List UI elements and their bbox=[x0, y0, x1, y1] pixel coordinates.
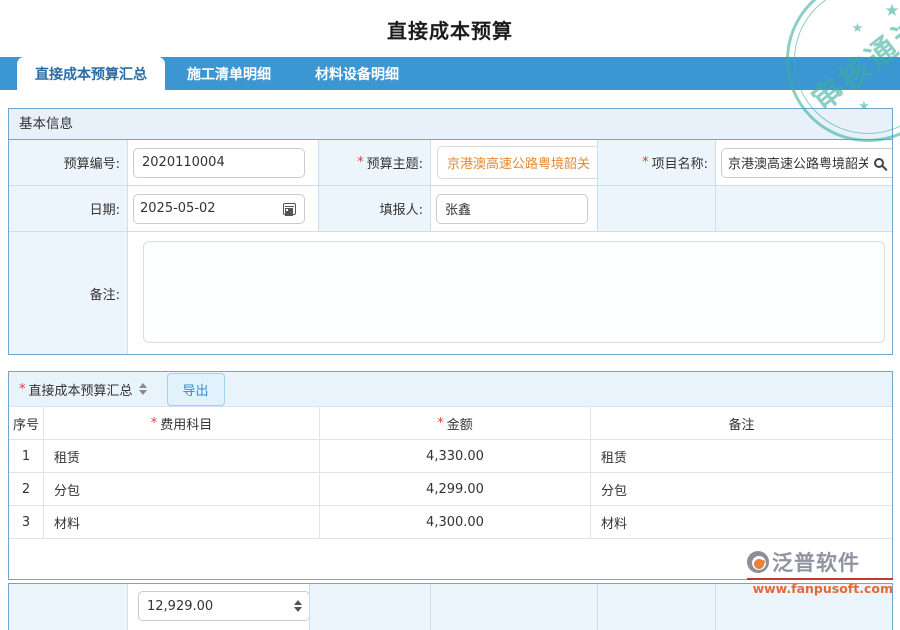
empty-cell bbox=[598, 584, 716, 630]
required-mark: * bbox=[19, 382, 26, 397]
project-name-label: * 项目名称: bbox=[598, 140, 716, 186]
budget-no-cell bbox=[128, 140, 319, 186]
table-header-row: 序号 * 费用科目 * 金额 备注 bbox=[9, 407, 892, 440]
row-seq: 2 bbox=[9, 473, 44, 506]
summary-table: 序号 * 费用科目 * 金额 备注 1 租赁 4,330.00 租赁 2 分包 … bbox=[9, 407, 892, 539]
sort-icon[interactable] bbox=[139, 383, 147, 395]
total-amount-input-wrap bbox=[138, 591, 310, 621]
tab-direct-cost-summary[interactable]: 直接成本预算汇总 bbox=[17, 57, 165, 90]
page-title: 直接成本预算 bbox=[0, 0, 900, 44]
remark-textarea[interactable] bbox=[143, 241, 885, 343]
tab-construction-list-detail[interactable]: 施工清单明细 bbox=[165, 57, 293, 90]
empty-cell bbox=[431, 584, 598, 630]
fanpu-logo-url: www.fanpusoft.com bbox=[747, 578, 893, 596]
row-subject: 分包 bbox=[44, 473, 320, 506]
row-amount: 4,300.00 bbox=[320, 506, 591, 539]
row-amount: 4,330.00 bbox=[320, 440, 591, 473]
project-name-input[interactable] bbox=[722, 149, 874, 177]
table-row[interactable]: 2 分包 4,299.00 分包 bbox=[9, 473, 892, 506]
col-header-note: 备注 bbox=[591, 407, 892, 440]
remark-label: 备注: bbox=[9, 232, 128, 354]
row-subject: 租赁 bbox=[44, 440, 320, 473]
tab-bar: 直接成本预算汇总 施工清单明细 材料设备明细 bbox=[0, 57, 900, 90]
summary-section-title: 直接成本预算汇总 bbox=[29, 380, 133, 399]
table-row[interactable]: 1 租赁 4,330.00 租赁 bbox=[9, 440, 892, 473]
required-mark: * bbox=[642, 155, 649, 170]
date-label: 日期: bbox=[9, 186, 128, 232]
reporter-label: 填报人: bbox=[319, 186, 431, 232]
required-mark: * bbox=[357, 155, 364, 170]
search-icon[interactable] bbox=[874, 158, 884, 168]
table-row[interactable]: 3 材料 4,300.00 材料 bbox=[9, 506, 892, 539]
row-note: 租赁 bbox=[591, 440, 892, 473]
col-header-seq: 序号 bbox=[9, 407, 44, 440]
basic-info-section-title: 基本信息 bbox=[9, 109, 892, 140]
budget-no-label: 预算编号: bbox=[9, 140, 128, 186]
fanpu-logo-name: 泛普软件 bbox=[772, 547, 860, 577]
row-amount: 4,299.00 bbox=[320, 473, 591, 506]
fanpu-logo-icon bbox=[747, 551, 769, 573]
total-amount-input[interactable] bbox=[139, 599, 294, 614]
tab-material-equipment-detail[interactable]: 材料设备明细 bbox=[293, 57, 421, 90]
remark-cell bbox=[128, 232, 892, 354]
date-input[interactable] bbox=[134, 195, 283, 223]
budget-subject-cell: 京港澳高速公路粤境韶关 bbox=[431, 140, 598, 186]
summary-toolbar: * 直接成本预算汇总 导出 bbox=[9, 372, 892, 407]
col-header-amount: * 金额 bbox=[320, 407, 591, 440]
empty-cell bbox=[716, 186, 892, 232]
budget-no-input[interactable] bbox=[133, 148, 305, 178]
calendar-icon[interactable] bbox=[283, 203, 296, 215]
basic-info-panel: 基本信息 预算编号: * 预算主题: 京港澳高速公路粤境韶关 * 项目名称: bbox=[8, 108, 893, 355]
totals-amount-cell bbox=[128, 584, 310, 630]
basic-info-grid: 预算编号: * 预算主题: 京港澳高速公路粤境韶关 * 项目名称: 日期: bbox=[9, 140, 892, 354]
export-button[interactable]: 导出 bbox=[167, 373, 225, 406]
totals-label-cell bbox=[9, 584, 128, 630]
date-cell bbox=[128, 186, 319, 232]
row-seq: 3 bbox=[9, 506, 44, 539]
row-seq: 1 bbox=[9, 440, 44, 473]
project-name-cell bbox=[716, 140, 892, 186]
budget-subject-value[interactable]: 京港澳高速公路粤境韶关 bbox=[437, 146, 598, 179]
row-note: 材料 bbox=[591, 506, 892, 539]
project-name-input-wrap bbox=[721, 148, 892, 178]
empty-cell bbox=[598, 186, 716, 232]
required-mark: * bbox=[151, 416, 158, 431]
budget-subject-label: * 预算主题: bbox=[319, 140, 431, 186]
row-subject: 材料 bbox=[44, 506, 320, 539]
fanpu-logo: 泛普软件 www.fanpusoft.com bbox=[747, 547, 893, 596]
date-input-wrap bbox=[133, 194, 305, 224]
col-header-subject: * 费用科目 bbox=[44, 407, 320, 440]
number-spinner-icon[interactable] bbox=[294, 600, 302, 612]
reporter-cell bbox=[431, 186, 598, 232]
empty-cell bbox=[310, 584, 431, 630]
reporter-input[interactable] bbox=[436, 194, 588, 224]
row-note: 分包 bbox=[591, 473, 892, 506]
required-mark: * bbox=[437, 416, 444, 431]
